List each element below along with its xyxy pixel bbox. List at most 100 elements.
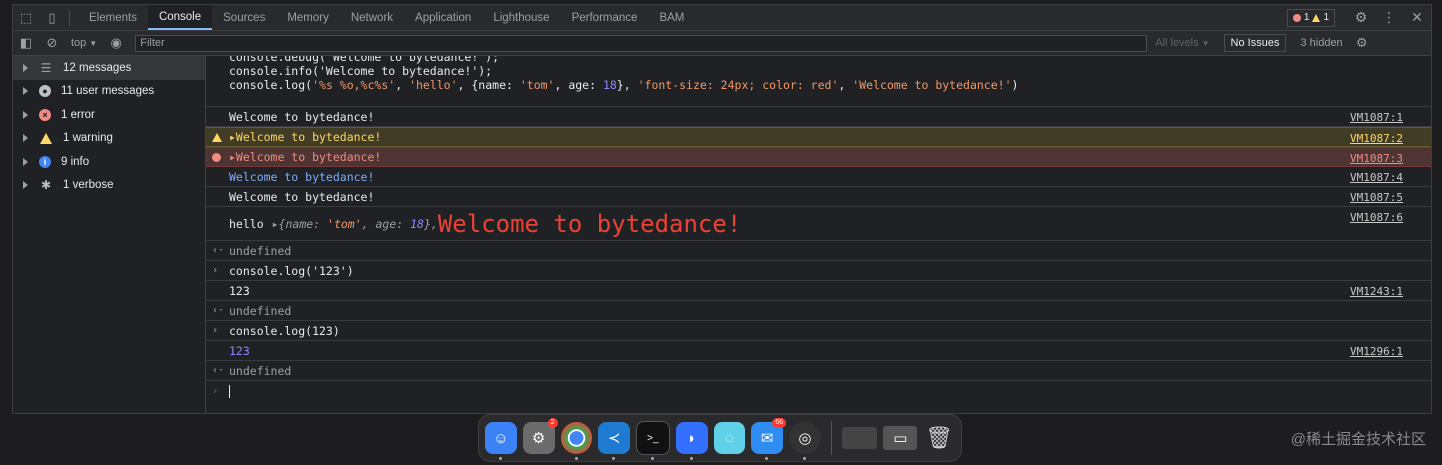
styled-big-text: Welcome to bytedance! (437, 209, 742, 238)
expand-arrow-icon[interactable] (23, 157, 28, 166)
source-link[interactable]: VM1087:5 (1350, 191, 1403, 204)
tab-sources[interactable]: Sources (212, 5, 276, 30)
error-count: 1 (1303, 12, 1310, 23)
error-icon (212, 152, 221, 162)
warning-icon (212, 132, 222, 142)
console-prompt[interactable]: › (206, 381, 1431, 401)
log-text: Welcome to bytedance! (229, 109, 375, 124)
tab-lighthouse[interactable]: Lighthouse (482, 5, 560, 30)
system-preferences-icon[interactable]: ⚙ 2 (522, 418, 558, 454)
info-icon: i (39, 155, 51, 168)
obs-icon[interactable]: ◎ (789, 422, 821, 460)
mail-icon[interactable]: ✉ 66 (751, 418, 786, 460)
object-preview[interactable]: ▸{name: 'tom', age: 18}, (272, 217, 438, 231)
sidebar-item-info[interactable]: i 9 info (13, 150, 205, 174)
close-icon[interactable]: ✕ (1403, 5, 1431, 30)
list-icon: ☰ (40, 60, 52, 75)
bug-icon: ✱ (40, 178, 52, 193)
sidebar-item-user-messages[interactable]: ● 11 user messages (13, 80, 205, 104)
source-link[interactable]: VM1243:1 (1350, 285, 1403, 298)
source-link[interactable]: VM1087:6 (1350, 211, 1403, 224)
expand-arrow-icon[interactable] (23, 87, 28, 96)
app-c-icon[interactable]: ◌ (713, 422, 746, 454)
inspect-element-icon[interactable]: ⬚ (13, 5, 39, 30)
finder-icon[interactable]: ☺ (485, 422, 517, 460)
tab-network[interactable]: Network (340, 5, 404, 30)
expand-arrow-icon[interactable] (23, 110, 28, 119)
terminal-icon[interactable]: >_ (636, 421, 670, 460)
source-link[interactable]: VM1087:3 (1350, 152, 1403, 165)
source-link[interactable]: VM1087:2 (1350, 132, 1403, 145)
text-caret (229, 384, 230, 398)
code-token: 'tom' (519, 78, 555, 92)
tab-elements[interactable]: Elements (78, 5, 148, 30)
tab-bam[interactable]: BAM (648, 5, 695, 30)
sidebar-item-warnings[interactable]: 1 warning (13, 127, 205, 151)
issues-button[interactable]: No Issues (1223, 34, 1287, 52)
tab-console[interactable]: Console (147, 5, 213, 30)
expand-arrow-icon[interactable] (23, 134, 28, 143)
issues-counter[interactable]: 1 1 (1286, 8, 1335, 27)
live-expression-eye-icon[interactable]: ◉ (103, 31, 129, 56)
warning-count: 1 (1323, 12, 1329, 23)
styled-log-row: hello ▸{name: 'tom', age: 18}, Welcome t… (206, 207, 1431, 241)
sidebar-item-errors[interactable]: × 1 error (13, 103, 205, 127)
log-text[interactable]: ▸Welcome to bytedance! (229, 130, 381, 144)
devtools-window: ⬚ ▯ Elements Console Sources Memory Netw… (12, 4, 1432, 414)
source-link[interactable]: VM1087:4 (1350, 171, 1403, 184)
expand-arrow-icon[interactable] (23, 63, 28, 72)
code-token: 'tom' (327, 216, 362, 231)
log-row: 123 VM1296:1 (206, 341, 1431, 361)
device-toolbar-icon[interactable]: ▯ (39, 5, 65, 30)
sidebar-item-messages[interactable]: ☰ 12 messages (13, 56, 205, 80)
tab-memory[interactable]: Memory (276, 5, 340, 30)
input-line-log: console.log('%s %o,%c%s', 'hello', {name… (229, 78, 1019, 92)
command-text: console.log(123) (229, 323, 340, 338)
chrome-icon[interactable] (560, 422, 593, 460)
trash-icon[interactable]: 🗑 (923, 422, 955, 454)
chevron-down-icon: ▼ (89, 38, 98, 48)
result-text: undefined (229, 303, 292, 318)
running-dot (765, 457, 769, 460)
log-hello: hello (229, 216, 264, 231)
prompt-arrow-icon: › (212, 265, 219, 276)
log-number: 123 (229, 343, 250, 358)
expand-arrow-icon[interactable] (23, 181, 28, 190)
more-options-icon[interactable]: ⋮ (1375, 5, 1403, 30)
context-selector[interactable]: top ▼ (71, 37, 97, 49)
running-dot (574, 457, 578, 460)
console-input-block: console.debug('Welcome to bytedance!'); … (206, 56, 1431, 107)
result-arrow-icon: ‹· (212, 365, 225, 376)
code-token: , age: (361, 216, 411, 231)
tab-application[interactable]: Application (404, 5, 482, 30)
user-icon: ● (39, 85, 51, 98)
window-thumbnail-icon[interactable] (841, 427, 878, 449)
filter-input[interactable] (135, 34, 1148, 52)
sidebar-item-verbose[interactable]: ✱ 1 verbose (13, 174, 205, 198)
info-row: Welcome to bytedance! VM1087:4 (206, 167, 1431, 187)
code-token: 'Welcome to bytedance!' (852, 78, 1012, 92)
command-row: › console.log('123') (206, 261, 1431, 281)
source-link[interactable]: VM1087:1 (1350, 111, 1403, 124)
source-link[interactable]: VM1296:1 (1350, 345, 1403, 358)
log-text[interactable]: ▸Welcome to bytedance! (229, 150, 381, 164)
clear-console-icon[interactable]: ⊘ (39, 31, 65, 56)
code-token: } (616, 78, 624, 92)
log-row: Welcome to bytedance! VM1087:5 (206, 187, 1431, 207)
hidden-count: 3 hidden (1300, 37, 1343, 49)
console-settings-gear-icon[interactable]: ⚙ (1349, 31, 1375, 56)
tab-performance[interactable]: Performance (561, 5, 649, 30)
sidebar-toggle-icon[interactable]: ◧ (13, 31, 39, 56)
prompt-arrow-icon: › (212, 325, 219, 336)
code-token: 18 (602, 78, 617, 92)
log-text: Welcome to bytedance! (229, 189, 375, 204)
vscode-icon[interactable]: ≺ (598, 422, 630, 460)
log-row: 123 VM1243:1 (206, 281, 1431, 301)
feishu-icon[interactable]: ◗ (675, 422, 708, 460)
log-levels-dropdown[interactable]: All levels ▼ (1155, 37, 1209, 49)
window-thumbnail-icon[interactable]: ▭ (883, 426, 918, 450)
chevron-down-icon: ▼ (1201, 38, 1210, 48)
console-log[interactable]: console.debug('Welcome to bytedance!'); … (206, 56, 1431, 413)
settings-gear-icon[interactable]: ⚙ (1347, 5, 1375, 30)
command-text: console.log('123') (229, 263, 354, 278)
